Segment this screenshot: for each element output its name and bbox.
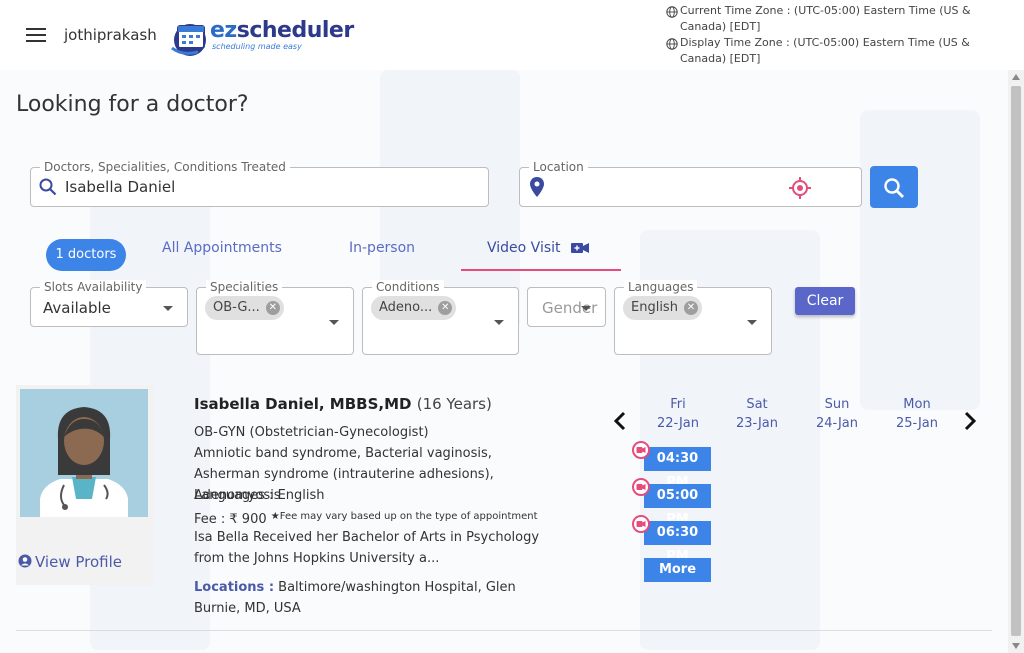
logo-tagline: scheduling made easy	[212, 42, 302, 51]
doctor-illustration-icon	[20, 389, 148, 517]
conditions-label: Conditions	[372, 280, 444, 294]
hamburger-menu-icon[interactable]	[26, 28, 46, 42]
calendar-day-mon: Mon 25-Jan	[896, 397, 938, 431]
chip-remove-icon[interactable]: ✕	[265, 301, 280, 315]
doctor-avatar[interactable]	[20, 389, 148, 517]
chevron-down-icon	[494, 320, 504, 325]
chip-remove-icon[interactable]: ✕	[438, 301, 453, 315]
video-visit-icon	[632, 515, 650, 533]
chevron-left-icon[interactable]	[612, 411, 628, 431]
search-input[interactable]: Isabella Daniel	[65, 178, 175, 196]
specialities-select[interactable]: Specialities OB-G... ✕	[196, 280, 354, 355]
tab-video-visit-label: Video Visit	[487, 240, 561, 256]
more-slots-button[interactable]: More	[644, 558, 711, 582]
tab-video-visit[interactable]: Video Visit	[487, 240, 589, 256]
user-circle-icon	[18, 554, 32, 568]
page-title: Looking for a doctor?	[16, 92, 249, 117]
chevron-right-icon[interactable]	[962, 411, 978, 431]
my-location-icon[interactable]	[789, 177, 811, 199]
calendar-day-fri: Fri 22-Jan	[657, 397, 699, 431]
active-tab-indicator	[461, 269, 621, 271]
top-header: jothiprakash ezscheduler scheduling made…	[0, 0, 1024, 70]
username: jothiprakash	[64, 26, 157, 44]
map-pin-icon	[530, 177, 544, 197]
video-visit-icon	[632, 478, 650, 496]
chevron-down-icon	[581, 306, 591, 311]
language-chip: English ✕	[623, 296, 702, 320]
doctor-experience: (16 Years)	[416, 395, 492, 413]
scrollbar-thumb[interactable]	[1011, 86, 1021, 636]
search-icon	[884, 178, 904, 198]
globe-icon	[666, 38, 678, 50]
chevron-down-icon	[163, 306, 173, 311]
search-field-label: Doctors, Specialities, Conditions Treate…	[40, 160, 290, 174]
clear-filters-button[interactable]: Clear	[795, 287, 855, 315]
tab-all-appointments[interactable]: All Appointments	[162, 240, 282, 256]
doctor-locations: Locations : Baltimore/washington Hospita…	[194, 577, 554, 619]
vertical-scrollbar[interactable]	[1008, 70, 1024, 653]
display-timezone[interactable]: Display Time Zone : (UTC-05:00) Eastern …	[666, 35, 996, 67]
logo-wordmark: ezscheduler	[210, 18, 354, 43]
ezscheduler-logo[interactable]: ezscheduler scheduling made easy	[168, 14, 354, 56]
time-slot-button[interactable]: 04:30 PM	[632, 441, 711, 490]
globe-icon	[666, 6, 678, 18]
locations-label: Locations :	[194, 580, 275, 595]
result-divider	[16, 630, 992, 631]
conditions-select[interactable]: Conditions Adeno... ✕	[362, 280, 519, 355]
time-slot-button[interactable]: 05:00 PM	[632, 478, 711, 527]
fee-note: ★Fee may vary based up on the type of ap…	[270, 511, 538, 522]
scroll-down-arrow-icon[interactable]	[1012, 643, 1020, 649]
condition-chip: Adeno... ✕	[371, 296, 457, 320]
chevron-down-icon	[747, 320, 757, 325]
current-timezone: Current Time Zone : (UTC-05:00) Eastern …	[666, 3, 996, 35]
calendar-day-sat: Sat 23-Jan	[736, 397, 778, 431]
doctor-count-badge: 1 doctors	[46, 239, 126, 271]
specialities-label: Specialities	[206, 280, 283, 294]
video-visit-icon	[632, 441, 650, 459]
calendar-day-sun: Sun 24-Jan	[816, 397, 858, 431]
languages-label: Languages	[624, 280, 698, 294]
speciality-chip: OB-G... ✕	[205, 296, 284, 320]
doctor-languages: Languages : English	[194, 488, 325, 503]
gender-select[interactable]: Gender	[527, 287, 606, 327]
location-field-label: Location	[529, 160, 588, 174]
star-icon: ★	[270, 511, 280, 522]
location-field[interactable]: Location	[519, 160, 862, 207]
view-profile-link[interactable]: View Profile	[18, 553, 122, 571]
doctor-bio: Isa Bella Received her Bachelor of Arts …	[194, 530, 540, 566]
video-camera-icon	[570, 243, 589, 253]
chip-remove-icon[interactable]: ✕	[683, 301, 698, 315]
chevron-down-icon	[329, 320, 339, 325]
slots-availability-select[interactable]: Slots Availability Available	[30, 280, 188, 327]
doctor-speciality: OB-GYN (Obstetrician-Gynecologist)	[194, 425, 429, 440]
slots-availability-label: Slots Availability	[40, 280, 147, 294]
tab-in-person[interactable]: In-person	[349, 240, 415, 256]
search-icon	[39, 178, 57, 196]
scroll-up-arrow-icon[interactable]	[1012, 74, 1020, 80]
time-slot-button[interactable]: 06:30 PM	[632, 515, 711, 564]
doctor-search-field[interactable]: Doctors, Specialities, Conditions Treate…	[30, 160, 489, 207]
doctor-name[interactable]: Isabella Daniel, MBBS,MD (16 Years)	[194, 395, 492, 413]
slots-availability-value: Available	[43, 299, 111, 317]
languages-select[interactable]: Languages English ✕	[614, 280, 772, 355]
search-button[interactable]	[870, 166, 918, 208]
calendar-logo-icon	[171, 24, 206, 56]
